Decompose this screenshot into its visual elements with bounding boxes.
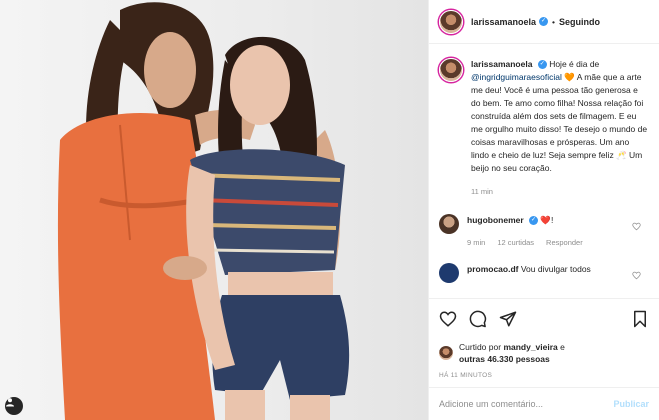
header-separator: •	[552, 16, 556, 27]
comment-likes-count[interactable]: 12 curtidas	[497, 236, 534, 249]
comment-body: promocao.df Vou divulgar todos	[467, 263, 591, 276]
comment-like-heart-icon[interactable]	[632, 271, 641, 280]
save-bookmark-icon[interactable]	[631, 310, 649, 328]
add-comment-bar: Publicar	[429, 387, 659, 420]
reply-button[interactable]: Responder	[546, 236, 583, 249]
post-timestamp[interactable]: HÁ 11 MINUTOS	[429, 368, 659, 387]
comment-icon[interactable]	[469, 310, 487, 328]
commenter-avatar[interactable]	[439, 214, 459, 234]
verified-badge-icon: ✓	[539, 17, 549, 26]
caption-text-start: Hoje é dia de	[549, 59, 600, 69]
post-side-panel: larissamanoela ✓ • Seguindo larissamanoe…	[428, 0, 659, 420]
comment-like-heart-icon[interactable]	[632, 222, 641, 231]
likes-connector: e	[560, 342, 565, 352]
photo-illustration	[57, 2, 350, 420]
user-icon	[6, 398, 14, 407]
comment-body: hugobonemer ✓ ❤️! 9 min 12 curtidas Resp…	[467, 214, 583, 249]
post-header: larissamanoela ✓ • Seguindo	[429, 0, 659, 44]
likes-summary: Curtido por mandy_vieira e outras 46.330…	[429, 338, 659, 368]
comment-item: hugobonemer ✓ ❤️! 9 min 12 curtidas Resp…	[439, 214, 649, 249]
verified-badge-icon: ✓	[529, 216, 539, 226]
caption-time: 11 min	[471, 187, 493, 196]
caption-body: larissamanoela ✓ Hoje é dia de @ingridgu…	[471, 58, 649, 198]
caption-username[interactable]: larissamanoela	[471, 59, 532, 69]
like-heart-icon[interactable]	[439, 310, 457, 328]
publish-button[interactable]: Publicar	[613, 399, 649, 409]
comments-section[interactable]: larissamanoela ✓ Hoje é dia de @ingridgu…	[429, 44, 659, 298]
comment-username[interactable]: hugobonemer	[467, 215, 524, 225]
tagged-users-button[interactable]	[5, 397, 23, 415]
comment-time: 9 min	[467, 238, 486, 247]
likes-text: Curtido por mandy_vieira e outras 46.330…	[459, 341, 565, 365]
post-photo[interactable]	[0, 0, 428, 420]
caption: larissamanoela ✓ Hoje é dia de @ingridgu…	[439, 58, 649, 198]
caption-avatar[interactable]	[439, 58, 463, 82]
likes-others-link[interactable]: outras 46.330 pessoas	[459, 354, 550, 364]
comment-item: promocao.df Vou divulgar todos	[439, 263, 649, 283]
comment-text: ❤️!	[540, 215, 554, 225]
commenter-avatar[interactable]	[439, 263, 459, 283]
comment-meta: 9 min 12 curtidas Responder	[467, 236, 583, 249]
caption-mention-link[interactable]: @ingridguimaraesoficial	[471, 72, 562, 82]
author-username[interactable]: larissamanoela	[471, 17, 536, 27]
author-avatar[interactable]	[439, 9, 463, 34]
comment-input[interactable]	[439, 399, 614, 409]
follow-status-button[interactable]: Seguindo	[559, 17, 600, 27]
instagram-post: larissamanoela ✓ • Seguindo larissamanoe…	[0, 0, 659, 420]
liker-avatar[interactable]	[439, 346, 453, 360]
post-actions	[429, 298, 659, 338]
verified-badge-icon: ✓	[537, 60, 547, 70]
comment-text: Vou divulgar todos	[520, 264, 591, 274]
share-icon[interactable]	[499, 310, 517, 328]
caption-text-end: 🧡 A mãe que a arte me deu! Você é uma pe…	[471, 72, 648, 173]
liker-username[interactable]: mandy_vieira	[503, 342, 557, 352]
likes-prefix: Curtido por	[459, 342, 502, 352]
comment-username[interactable]: promocao.df	[467, 264, 518, 274]
